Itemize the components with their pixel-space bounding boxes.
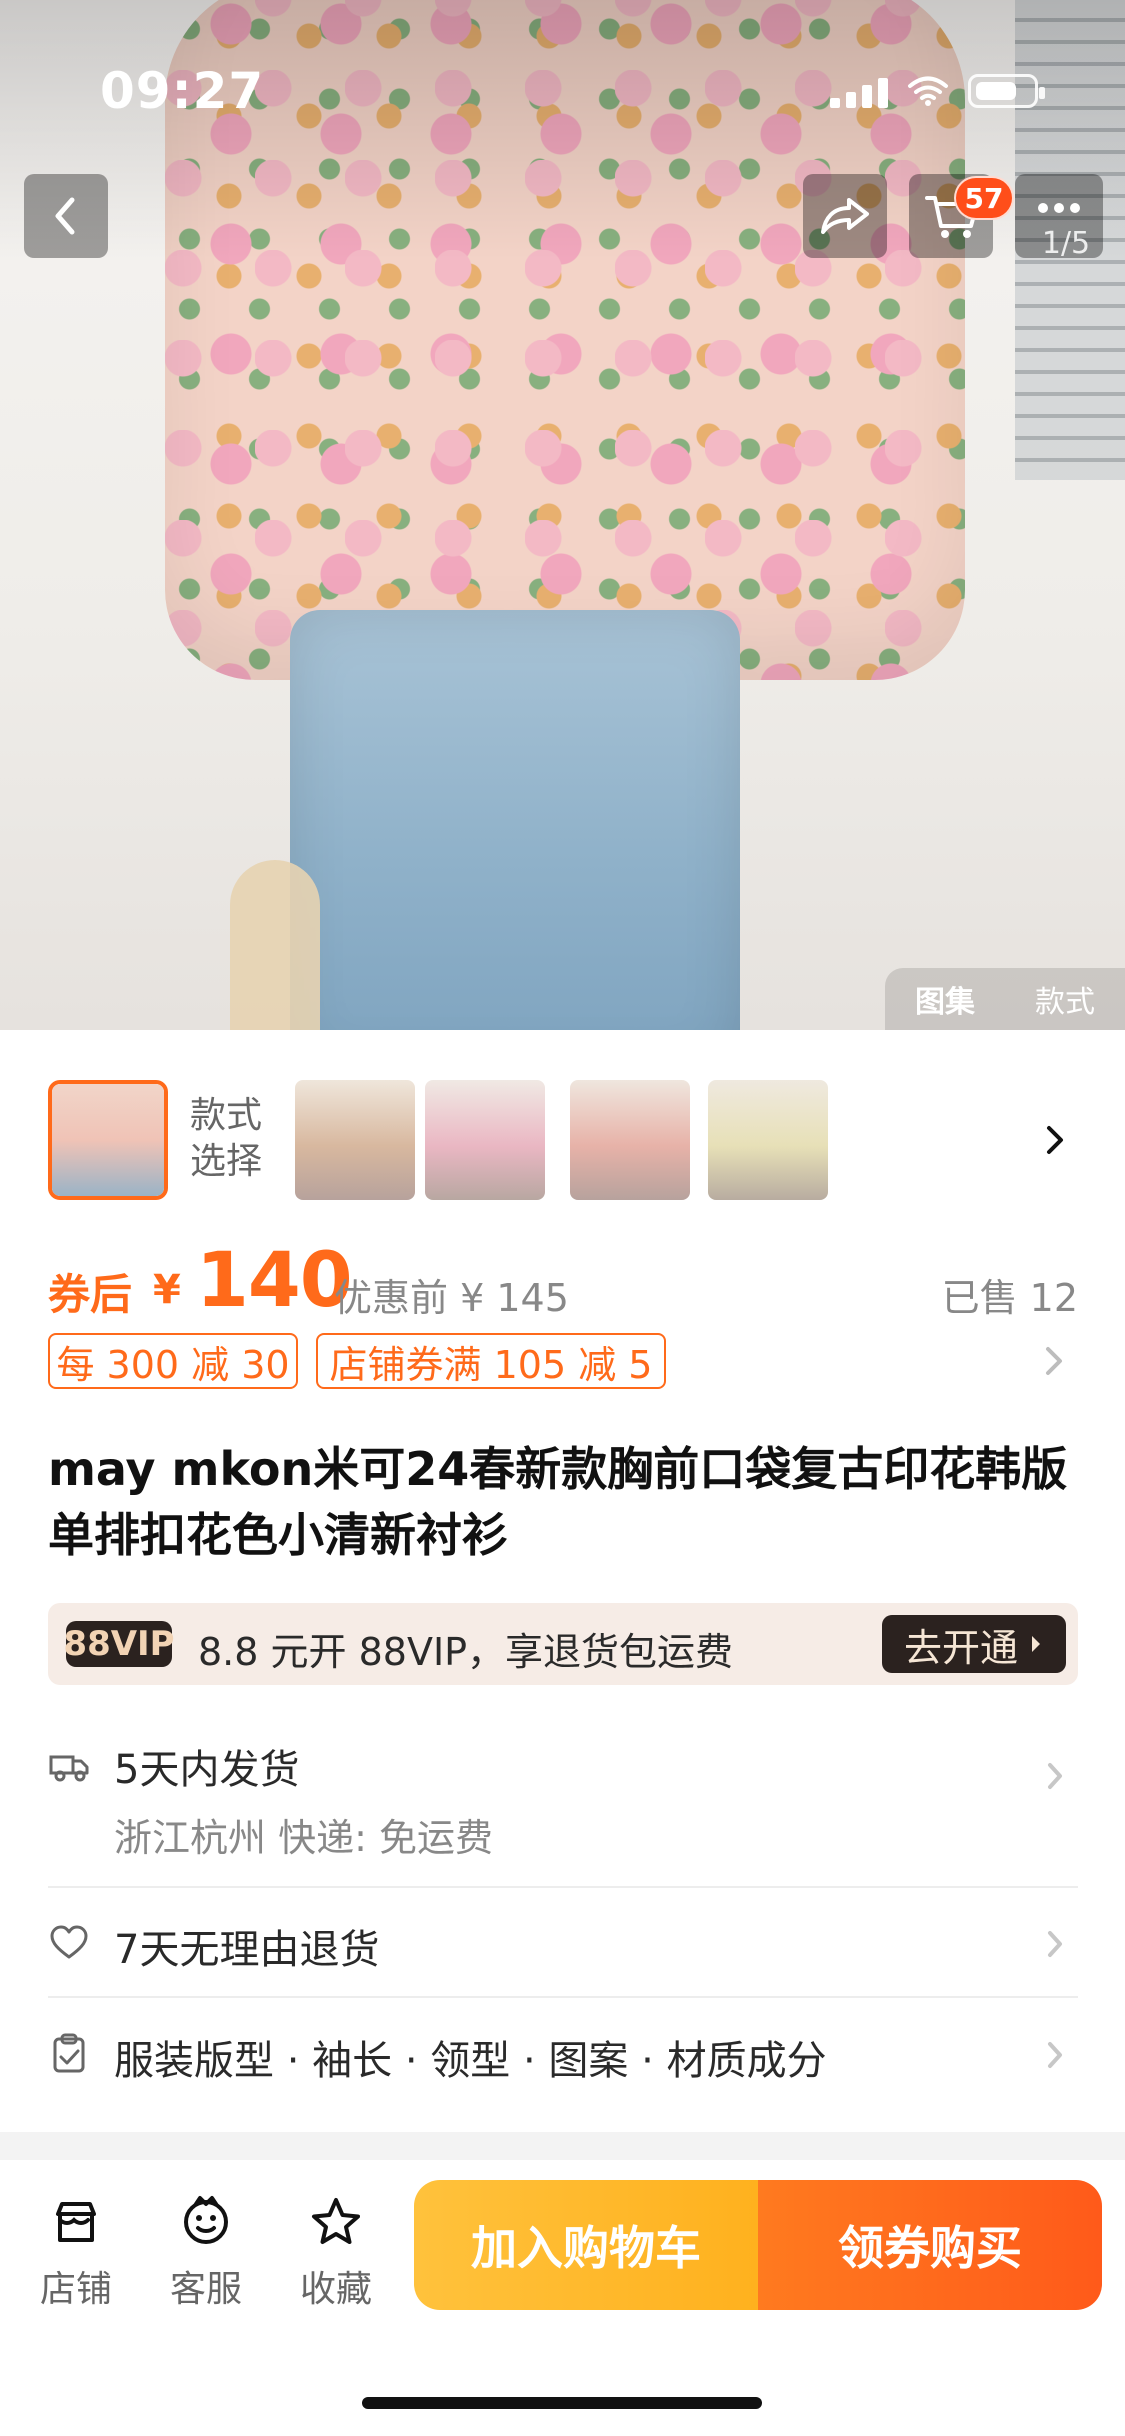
params-text: 服装版型 · 袖长 · 领型 · 图案 · 材质成分 [114,2038,827,2084]
promo-badge: 每 300 减 30 [48,1333,298,1389]
battery-icon [968,73,1045,108]
share-button[interactable] [803,174,887,258]
wifi-icon [906,74,950,108]
vip-logo: 88VIP [63,1621,175,1667]
variant-select-label: 款式 选择 [190,1095,263,1182]
return-policy-text: 7天无理由退货 [114,1927,380,1973]
shipping-title: 5天内发货 [114,1747,300,1793]
store-label: 店铺 [39,2269,112,2310]
caret-right-icon [1032,1636,1040,1652]
promotion-row[interactable]: 每 300 减 30 店铺券满 105 减 5 [48,1333,1078,1389]
chevron-right-icon [1048,1763,1062,1789]
cart-count-badge: 57 [954,176,1014,220]
image-page-indicator: 1/5 [1041,226,1091,261]
variant-thumbnail[interactable] [295,1080,415,1200]
status-time: 09:27 [100,62,265,120]
chevron-right-icon[interactable] [1040,1120,1070,1160]
chevron-right-icon [1048,2042,1062,2068]
vip-activate-label: 去开通 [903,1625,1018,1670]
original-price: 优惠前 ¥ 145 [334,1276,569,1320]
customer-service-button[interactable]: 客服 [156,2190,256,2320]
truck-icon [49,1755,89,1782]
status-icons [830,68,1065,113]
variant-thumbnail[interactable] [570,1080,690,1200]
store-button[interactable]: 店铺 [26,2190,126,2320]
share-icon [821,198,869,234]
back-button[interactable] [24,174,108,258]
coupon-prefix: 券后 [48,1270,133,1319]
variant-strip [0,1030,1125,1230]
variant-thumbnail[interactable] [425,1080,545,1200]
chevron-right-icon [1046,1347,1062,1375]
variant-thumbnail-selected[interactable] [48,1080,168,1200]
divider [48,1886,1078,1888]
section-gap [0,2132,1125,2160]
tab-styles[interactable]: 款式 [1035,977,1095,1021]
bag-photo [230,860,320,1030]
tab-gallery[interactable]: 图集 [915,977,975,1021]
shipping-row[interactable]: 5天内发货 浙江杭州 快递: 免运费 [48,1727,1078,1877]
signal-icon [830,74,888,108]
promo-badge: 店铺券满 105 减 5 [316,1333,666,1389]
thumbnail-image [52,1084,164,1196]
price-row: 券后 ¥ 140 优惠前 ¥ 145 已售 12 [48,1235,1078,1325]
vip-activate-button[interactable]: 去开通 [882,1615,1066,1673]
heart-icon [50,1925,88,1959]
product-hero-image[interactable] [0,0,1125,1030]
return-policy-row[interactable]: 7天无理由退货 [48,1909,1078,1979]
customer-service-icon [184,2196,228,2244]
chevron-left-icon [55,197,75,235]
variant-thumbnail[interactable] [708,1080,828,1200]
customer-service-label: 客服 [169,2269,242,2310]
store-icon [56,2202,96,2242]
vip-text: 8.8 元开 88VIP，享退货包运费 [198,1630,734,1674]
favorite-label: 收藏 [299,2269,372,2310]
sale-price: 140 [196,1235,353,1324]
clipboard-icon [53,2033,85,2073]
home-indicator [362,2397,762,2409]
sold-count: 已售 12 [941,1276,1078,1320]
shipping-subtitle: 浙江杭州 快递: 免运费 [114,1816,493,1860]
jeans-photo [290,610,740,1030]
purchase-cta-group: 加入购物车 领券购买 [414,2180,1102,2310]
product-title: may mkon米可24春新款胸前口袋复古印花韩版单排扣花色小清新衬衫 [48,1442,1068,1562]
add-to-cart-button[interactable]: 加入购物车 [414,2180,758,2310]
chevron-right-icon [1048,1931,1062,1957]
vip-banner[interactable]: 88VIP 8.8 元开 88VIP，享退货包运费 去开通 [48,1603,1078,1685]
product-params-row[interactable]: 服装版型 · 袖长 · 领型 · 图案 · 材质成分 [48,2020,1078,2090]
favorite-button[interactable]: 收藏 [286,2190,386,2320]
hero-tabs: 图集 款式 [885,968,1125,1030]
divider [48,1996,1078,1998]
currency-symbol: ¥ [153,1267,181,1313]
star-icon [312,2198,360,2244]
buy-with-coupon-button[interactable]: 领券购买 [758,2180,1102,2310]
